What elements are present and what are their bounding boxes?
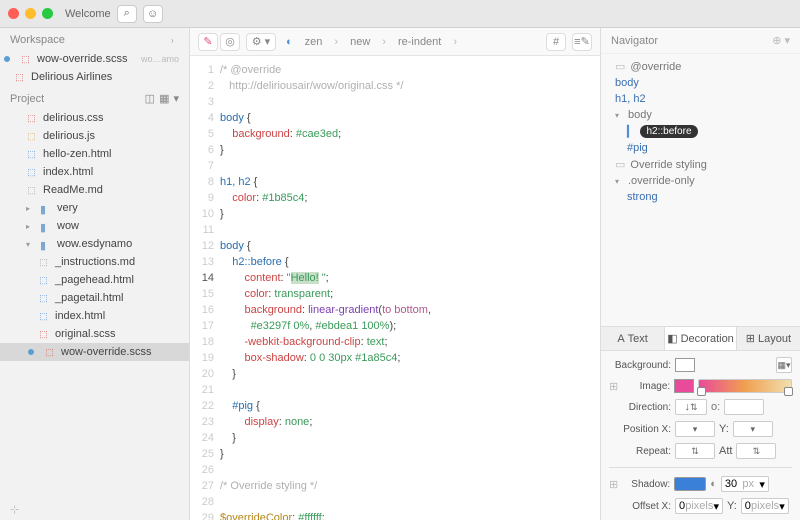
offsety-field[interactable]: 0pixels▾	[741, 498, 789, 514]
titlebar: Welcome ⌕ ☺	[0, 0, 800, 28]
navigator-item[interactable]: #pig	[601, 140, 800, 156]
workspace-header[interactable]: Workspace›	[0, 28, 189, 50]
settings-icon[interactable]: ≡✎	[572, 33, 592, 51]
editor-toolbar: ✎ ◎ ⚙ ▾ ◐ zen› new› re-indent› # ≡✎	[190, 28, 600, 56]
direction-label: Direction:	[609, 402, 671, 413]
brush-icon[interactable]: ✎	[198, 33, 218, 51]
file-item[interactable]: ⬚wow-override.scss	[0, 343, 189, 361]
shadow-label: Shadow:	[622, 479, 670, 490]
navigator-item[interactable]: h1, h2	[601, 91, 800, 107]
file-item[interactable]: ⬚ReadMe.md	[0, 181, 189, 199]
project-header[interactable]: Project ◫ ▦ ▾	[0, 86, 189, 109]
direction-angle-field[interactable]	[724, 399, 764, 415]
posx-dropdown[interactable]: ▾	[675, 421, 715, 437]
file-item[interactable]: ⬚_pagetail.html	[0, 289, 189, 307]
inspector-tab-decoration[interactable]: ◧Decoration	[665, 327, 737, 350]
image-swatch[interactable]	[674, 379, 694, 393]
inspector-tab-text[interactable]: AText	[601, 327, 665, 350]
breadcrumb[interactable]: ◐ zen› new› re-indent›	[282, 34, 461, 50]
inspector-tabs: AText◧Decoration⊞Layout	[601, 326, 800, 351]
status-icon: ⊹	[0, 499, 189, 520]
file-item[interactable]: ⬚delirious.js	[0, 127, 189, 145]
shadow-expand-icon[interactable]: ⊞	[609, 478, 618, 491]
face-icon[interactable]: ☺	[143, 5, 163, 23]
navigator-item[interactable]: ▭Override styling	[601, 156, 800, 173]
navigator-item[interactable]: ▭@override	[601, 58, 800, 75]
crumb-1[interactable]: new	[346, 34, 374, 50]
gradient-slider[interactable]	[698, 379, 792, 393]
target-icon[interactable]: ◎	[220, 33, 240, 51]
image-expand-icon[interactable]: ⊞	[609, 380, 618, 393]
file-item[interactable]: ⬚index.html	[0, 163, 189, 181]
navigator-header: Navigator ⊕ ▾	[601, 28, 800, 54]
bg-mode-dropdown[interactable]: ▦▾	[776, 357, 792, 373]
dropdown-icon[interactable]: ▾	[173, 92, 179, 105]
minimize-window-button[interactable]	[25, 8, 36, 19]
posx-label: Position X:	[609, 424, 671, 435]
navigator-item[interactable]: ▾.override-only	[601, 173, 800, 189]
project-label: Project	[10, 93, 44, 105]
file-item[interactable]: ⬚_instructions.md	[0, 253, 189, 271]
folder-item[interactable]: ▾▮wow.esdynamo	[0, 235, 189, 253]
inspector-pane: Navigator ⊕ ▾ ▭@overridebodyh1, h2▾body▎…	[600, 28, 800, 520]
navigator-item[interactable]: ▎h2::before	[601, 123, 800, 140]
posy-dropdown[interactable]: ▾	[733, 421, 773, 437]
shadow-swatch[interactable]	[674, 477, 706, 491]
repeat-label: Repeat:	[609, 446, 671, 457]
direction-dropdown[interactable]: ↓ ⇅	[675, 399, 707, 415]
shadow-type-icon[interactable]: ◐	[710, 478, 717, 490]
file-item[interactable]: ⬚delirious.css	[0, 109, 189, 127]
navigator-item[interactable]: strong	[601, 189, 800, 205]
editor-pane: ✎ ◎ ⚙ ▾ ◐ zen› new› re-indent› # ≡✎ 1234…	[190, 28, 600, 520]
search-icon[interactable]: ⌕	[117, 5, 137, 23]
crumb-2[interactable]: re-indent	[394, 34, 445, 50]
offsety-label: Y:	[727, 500, 737, 512]
close-window-button[interactable]	[8, 8, 19, 19]
workspace-item[interactable]: ⬚wow-override.scsswo…amo	[0, 50, 189, 68]
workspace-label: Workspace	[10, 34, 65, 46]
direction-sep: o:	[711, 401, 720, 413]
navigator-item[interactable]: ▾body	[601, 107, 800, 123]
file-item[interactable]: ⬚hello-zen.html	[0, 145, 189, 163]
sidebar: Workspace› ⬚wow-override.scsswo…amo⬚Deli…	[0, 28, 190, 520]
att-label: Att	[719, 445, 732, 457]
folder-item[interactable]: ▸▮wow	[0, 217, 189, 235]
inspector-body: Background: ▦▾ ⊞ Image: Direction: ↓ ⇅ o…	[601, 351, 800, 520]
att-dropdown[interactable]: ⇅	[736, 443, 776, 459]
gear-icon[interactable]: ⚙ ▾	[246, 33, 276, 51]
navigator-actions[interactable]: ⊕ ▾	[772, 34, 790, 47]
tag-icon[interactable]: ◫	[145, 92, 155, 105]
shadow-blur-field[interactable]: 30px▾	[721, 476, 769, 492]
navigator-list: ▭@overridebodyh1, h2▾body▎h2::before#pig…	[601, 54, 800, 326]
offsetx-label: Offset X:	[609, 501, 671, 512]
code-editor[interactable]: 1234567891011121314151617181920212223242…	[190, 56, 600, 520]
file-item[interactable]: ⬚original.scss	[0, 325, 189, 343]
window-title: Welcome	[65, 8, 111, 20]
image-label: Image:	[622, 381, 670, 392]
workspace-item[interactable]: ⬚Delirious Airlines	[0, 68, 189, 86]
traffic-lights	[8, 8, 53, 19]
file-item[interactable]: ⬚_pagehead.html	[0, 271, 189, 289]
crumb-0[interactable]: zen	[301, 34, 327, 50]
navigator-item[interactable]: body	[601, 75, 800, 91]
navigator-label: Navigator	[611, 35, 658, 47]
hash-icon[interactable]: #	[546, 33, 566, 51]
posy-label: Y:	[719, 423, 729, 435]
zoom-window-button[interactable]	[42, 8, 53, 19]
image-icon[interactable]: ▦	[159, 92, 169, 105]
folder-item[interactable]: ▸▮very	[0, 199, 189, 217]
inspector-tab-layout[interactable]: ⊞Layout	[737, 327, 800, 350]
file-item[interactable]: ⬚index.html	[0, 307, 189, 325]
offsetx-field[interactable]: 0pixels▾	[675, 498, 723, 514]
repeat-dropdown[interactable]: ⇅	[675, 443, 715, 459]
background-swatch[interactable]	[675, 358, 695, 372]
background-label: Background:	[609, 360, 671, 371]
